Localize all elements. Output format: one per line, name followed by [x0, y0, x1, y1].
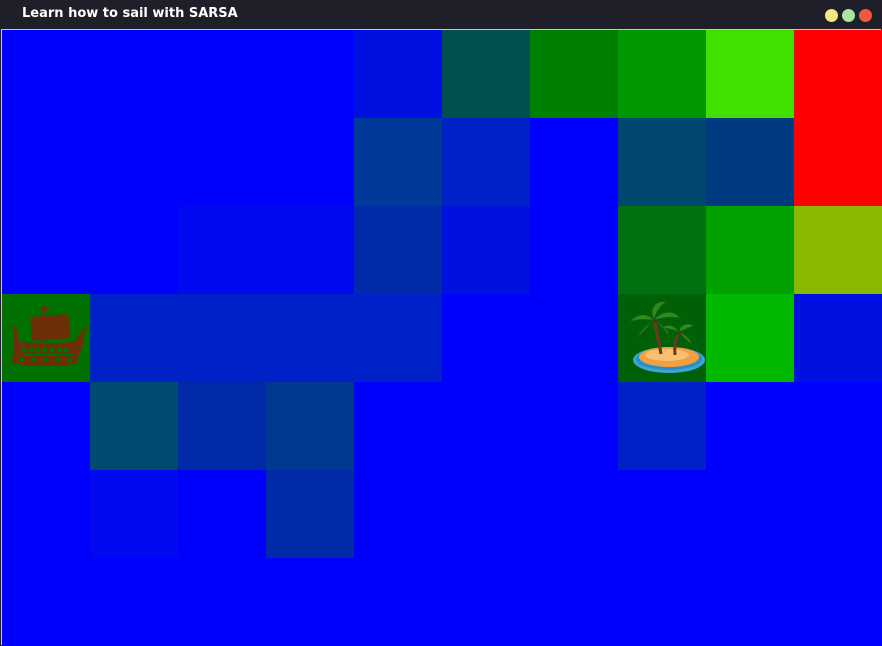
grid-frame	[1, 29, 882, 646]
app-window: Learn how to sail with SARSA	[0, 0, 882, 646]
grid-cell	[530, 118, 618, 206]
grid-cell	[706, 382, 794, 470]
grid-cell	[354, 294, 442, 382]
grid-cell	[178, 294, 266, 382]
grid-cell	[794, 382, 882, 470]
window-controls	[825, 9, 872, 22]
grid-cell	[354, 470, 442, 558]
grid-cell	[266, 294, 354, 382]
grid-cell	[2, 206, 90, 294]
grid-cell	[442, 382, 530, 470]
grid-cell	[178, 206, 266, 294]
grid-cell	[530, 382, 618, 470]
grid-cell	[618, 470, 706, 558]
q-value-grid	[2, 30, 882, 646]
grid-cell	[794, 470, 882, 558]
grid-cell	[266, 206, 354, 294]
grid-cell	[178, 470, 266, 558]
grid-cell	[2, 382, 90, 470]
grid-cell	[530, 30, 618, 118]
grid-cell	[354, 558, 442, 646]
title-bar[interactable]: Learn how to sail with SARSA	[0, 0, 882, 29]
grid-cell	[706, 206, 794, 294]
grid-cell	[618, 294, 706, 382]
grid-cell	[90, 206, 178, 294]
grid-cell	[266, 558, 354, 646]
close-button[interactable]	[859, 9, 872, 22]
grid-cell	[178, 30, 266, 118]
grid-cell	[90, 470, 178, 558]
grid-cell	[90, 382, 178, 470]
grid-cell	[2, 30, 90, 118]
grid-cell	[178, 118, 266, 206]
grid-cell	[2, 470, 90, 558]
grid-cell	[90, 30, 178, 118]
grid-cell	[706, 470, 794, 558]
grid-cell	[178, 558, 266, 646]
grid-cell	[266, 470, 354, 558]
grid-cell	[794, 558, 882, 646]
grid-cell	[618, 206, 706, 294]
grid-cell	[266, 382, 354, 470]
maximize-button[interactable]	[842, 9, 855, 22]
grid-cell	[794, 30, 882, 118]
grid-cell	[530, 558, 618, 646]
grid-cell	[90, 118, 178, 206]
grid-cell	[90, 294, 178, 382]
window-title: Learn how to sail with SARSA	[22, 6, 238, 21]
grid-cell	[442, 206, 530, 294]
grid-cell	[794, 294, 882, 382]
grid-cell	[354, 30, 442, 118]
grid-cell	[794, 206, 882, 294]
grid-cell	[178, 382, 266, 470]
grid-cell	[706, 30, 794, 118]
grid-cell	[794, 118, 882, 206]
grid-cell	[618, 30, 706, 118]
grid-cell	[618, 118, 706, 206]
grid-cell	[442, 30, 530, 118]
grid-cell	[442, 294, 530, 382]
grid-cell	[706, 294, 794, 382]
grid-cell	[266, 30, 354, 118]
grid-cell	[354, 118, 442, 206]
grid-cell	[530, 294, 618, 382]
grid-cell	[354, 382, 442, 470]
minimize-button[interactable]	[825, 9, 838, 22]
grid-cell	[618, 558, 706, 646]
grid-cell	[442, 558, 530, 646]
grid-cell	[266, 118, 354, 206]
grid-cell	[706, 118, 794, 206]
grid-cell	[618, 382, 706, 470]
grid-cell	[442, 470, 530, 558]
grid-cell	[90, 558, 178, 646]
grid-cell	[2, 294, 90, 382]
grid-cell	[442, 118, 530, 206]
grid-cell	[354, 206, 442, 294]
grid-cell	[2, 118, 90, 206]
grid-cell	[706, 558, 794, 646]
grid-cell	[530, 206, 618, 294]
grid-cell	[530, 470, 618, 558]
grid-cell	[2, 558, 90, 646]
